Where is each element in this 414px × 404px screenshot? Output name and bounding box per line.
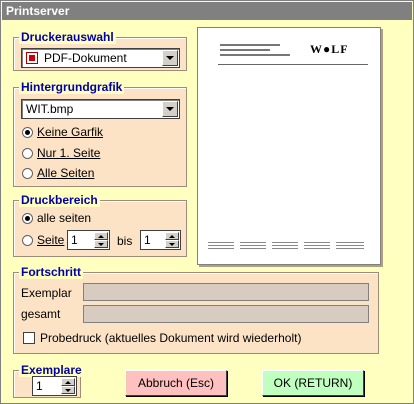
preview-header-text — [220, 44, 280, 46]
printserver-window: Printserver Druckerauswahl PDF-Dokument … — [0, 0, 414, 404]
preview-footer — [240, 242, 266, 252]
radio-unchecked-icon — [22, 168, 33, 179]
druckerauswahl-legend: Druckerauswahl — [19, 30, 116, 44]
chevron-down-icon[interactable] — [162, 50, 178, 66]
spin-up-icon[interactable] — [94, 232, 108, 240]
preview-footer — [208, 242, 234, 252]
radio-alle-seiten-druck[interactable]: alle seiten — [22, 211, 91, 225]
spin-down-icon[interactable] — [165, 240, 179, 248]
hintergrund-legend: Hintergrundgrafik — [19, 80, 125, 94]
preview-footer — [304, 242, 330, 252]
page-from-value: 1 — [71, 233, 78, 247]
copies-stepper[interactable]: 1 — [32, 376, 77, 396]
spin-up-icon[interactable] — [165, 232, 179, 240]
gesamt-progress-bar — [83, 305, 369, 323]
preview-logo: W●LF — [310, 42, 349, 56]
gesamt-label: gesamt — [21, 307, 61, 321]
radio-keine-grafik[interactable]: Keine Garfik — [22, 125, 103, 139]
druckbereich-legend: Druckbereich — [19, 193, 100, 207]
ok-button[interactable]: OK (RETURN) — [262, 370, 364, 396]
checkbox-unchecked-icon — [23, 332, 35, 344]
background-select[interactable]: WIT.bmp — [21, 99, 180, 119]
printer-select-value: PDF-Dokument — [44, 51, 127, 65]
radio-nur-erste-seite[interactable]: Nur 1. Seite — [22, 146, 100, 160]
exemplar-label: Exemplar — [21, 286, 72, 300]
preview-rule — [218, 64, 368, 65]
page-from-stepper[interactable]: 1 — [67, 230, 110, 250]
preview-footer — [272, 242, 298, 252]
radio-alle-seiten[interactable]: Alle Seiten — [22, 166, 94, 180]
page-to-value: 1 — [144, 233, 151, 247]
spin-up-icon[interactable] — [61, 378, 75, 386]
exemplar-progress-bar — [83, 283, 369, 301]
radio-checked-icon — [22, 127, 33, 138]
background-select-value: WIT.bmp — [26, 102, 74, 116]
bis-label: bis — [117, 234, 133, 248]
spin-down-icon[interactable] — [61, 386, 75, 394]
radio-checked-icon — [22, 213, 33, 224]
pdf-icon — [26, 52, 38, 64]
preview-header-text — [220, 49, 270, 51]
preview-header-text — [220, 54, 290, 56]
radio-unchecked-icon — [22, 148, 33, 159]
copies-value: 1 — [36, 379, 43, 393]
printer-select[interactable]: PDF-Dokument — [21, 48, 180, 68]
radio-unchecked-icon — [22, 235, 33, 246]
fortschritt-legend: Fortschritt — [19, 265, 83, 279]
chevron-down-icon[interactable] — [162, 101, 178, 117]
preview-footer — [336, 242, 364, 252]
spin-down-icon[interactable] — [94, 240, 108, 248]
cancel-button[interactable]: Abbruch (Esc) — [125, 370, 227, 396]
radio-seite[interactable]: Seite — [22, 233, 64, 247]
probedruck-checkbox[interactable]: Probedruck (aktuelles Dokument wird wied… — [23, 331, 301, 345]
page-to-stepper[interactable]: 1 — [140, 230, 181, 250]
print-preview: W●LF — [197, 27, 381, 265]
window-title: Printserver — [2, 2, 412, 20]
